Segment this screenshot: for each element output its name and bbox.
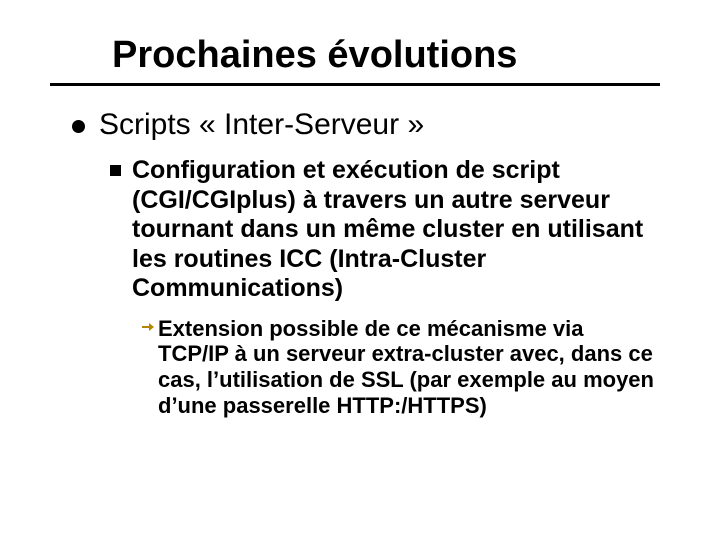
slide: Prochaines évolutions Scripts « Inter-Se… <box>0 0 720 540</box>
level2-text: Configuration et exécution de script (CG… <box>132 156 660 304</box>
bullet-round-icon <box>72 120 85 133</box>
level1-text: Scripts « Inter-Serveur » <box>99 108 424 142</box>
level3-text: Extension possible de ce mécanisme via T… <box>158 316 660 420</box>
arrow-right-icon <box>140 319 156 335</box>
body: Scripts « Inter-Serveur » Configuration … <box>0 86 720 419</box>
list-item-level2: Configuration et exécution de script (CG… <box>110 156 660 304</box>
list-item-level3: Extension possible de ce mécanisme via T… <box>140 316 660 420</box>
title-block: Prochaines évolutions <box>0 0 720 77</box>
list-item-level1: Scripts « Inter-Serveur » <box>72 108 660 142</box>
bullet-square-icon <box>110 165 121 176</box>
page-title: Prochaines évolutions <box>112 34 660 77</box>
